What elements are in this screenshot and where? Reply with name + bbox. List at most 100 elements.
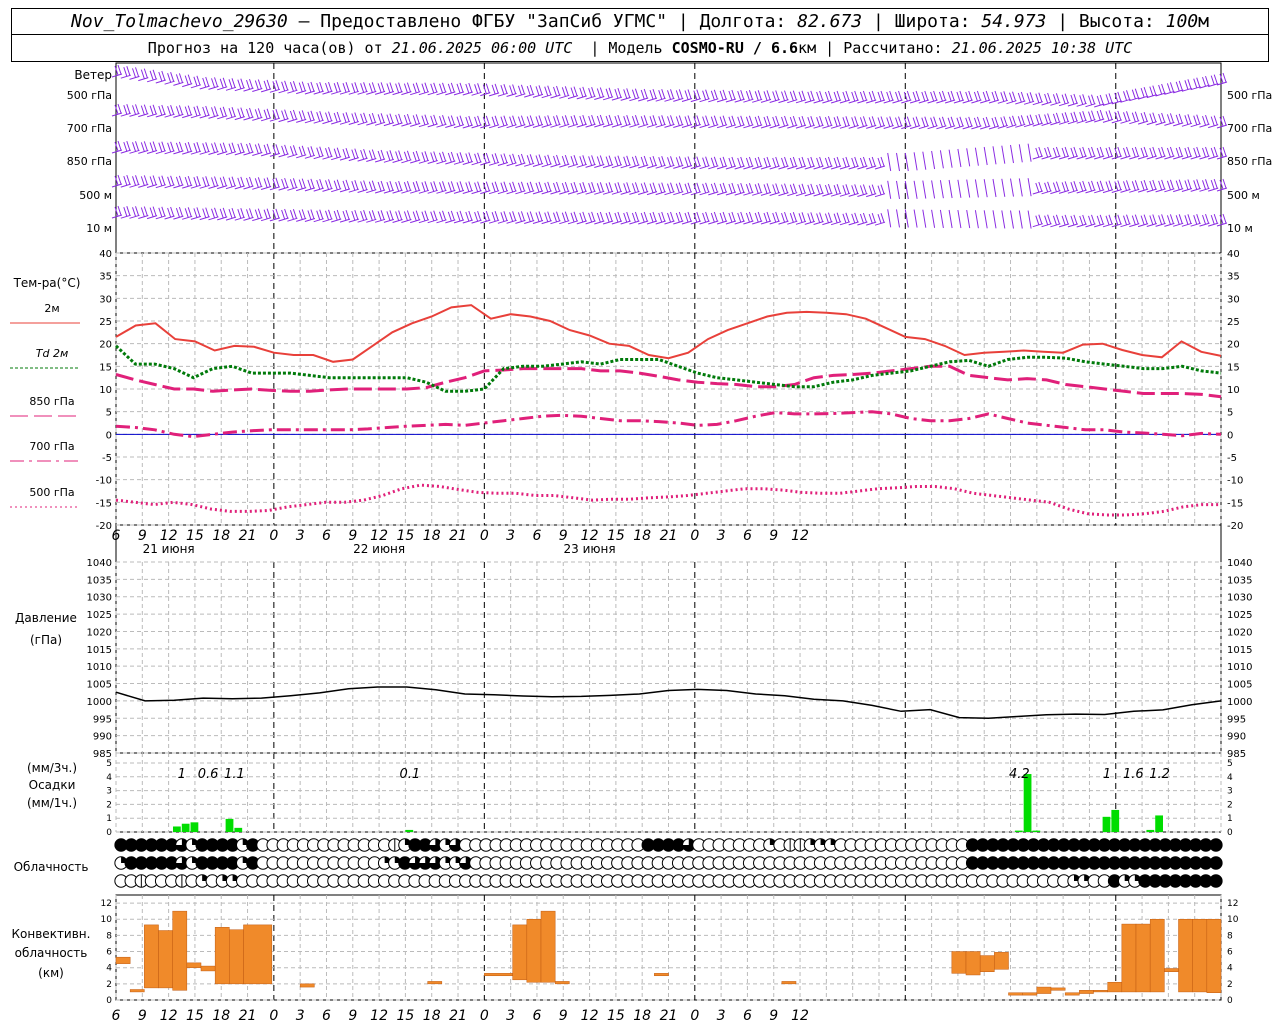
convective-axis-tick: 2 <box>106 980 112 990</box>
pressure-axis-tick: 1035 <box>1227 575 1252 586</box>
date-label: 23 июня <box>564 542 616 556</box>
time-tick-label: 6 <box>743 1008 752 1024</box>
convective-bar <box>1164 968 1179 972</box>
convective-label-2: облачность <box>15 946 88 960</box>
wind-panel-label: Ветер <box>74 68 112 82</box>
wind-level-label: 500 м <box>1227 189 1260 202</box>
convective-bar <box>427 981 443 985</box>
temp-axis-tick: 5 <box>106 408 112 419</box>
temperature-panel-label: Тем-ра(°С) <box>13 276 81 290</box>
cloud-symbol <box>1209 838 1223 852</box>
temp-axis-tick: 40 <box>1227 249 1240 260</box>
temp-axis-tick: 25 <box>1227 317 1240 328</box>
time-tick-label: 9 <box>348 1008 357 1024</box>
pressure-axis-tick: 1025 <box>1227 610 1252 621</box>
convective-bar <box>129 989 145 993</box>
convective-bar <box>951 951 967 974</box>
pressure-axis-tick: 1035 <box>87 575 112 586</box>
precip-axis-tick: 3 <box>1227 787 1233 797</box>
time-tick-label: 3 <box>506 528 515 544</box>
time-tick-label: 0 <box>269 528 278 544</box>
convective-bar <box>1050 987 1066 991</box>
cloud-symbol <box>1209 856 1223 870</box>
precip-axis-tick: 3 <box>106 787 112 797</box>
precip-axis-tick: 1 <box>1227 814 1233 824</box>
convective-bar <box>979 955 995 972</box>
precip-unit-3h: (мм/3ч.) <box>27 761 77 775</box>
pressure-unit-label: (гПа) <box>30 633 62 647</box>
temp-axis-tick: -5 <box>102 453 112 464</box>
convective-bar <box>540 910 556 983</box>
precip-bar <box>181 823 190 832</box>
pressure-axis-tick: 1000 <box>87 697 112 708</box>
time-tick-label: 12 <box>160 1008 178 1024</box>
convective-bar <box>1135 923 1151 993</box>
time-tick-label: 3 <box>296 528 305 544</box>
meteogram: 6699121215151818212100336699121215151818… <box>10 62 1272 1024</box>
convective-bar <box>1121 923 1137 993</box>
time-tick-label: 6 <box>322 528 331 544</box>
precip-axis-tick: 0 <box>106 828 112 838</box>
date-label: 21 июня <box>143 542 195 556</box>
temp-axis-tick: 0 <box>106 430 112 441</box>
precip-axis-tick: 1 <box>106 814 112 824</box>
convective-bar <box>186 962 202 968</box>
precip-bar <box>1111 809 1120 832</box>
convective-bar <box>1192 918 1208 993</box>
time-tick-label: 21 <box>660 1008 678 1024</box>
legend-label: 2м <box>44 302 59 315</box>
time-tick-label: 12 <box>370 1008 388 1024</box>
convective-axis-tick: 0 <box>1227 996 1233 1006</box>
pressure-axis-tick: 1010 <box>87 662 112 673</box>
convective-bar <box>200 965 216 972</box>
pressure-axis-tick: 1005 <box>1227 680 1252 691</box>
convective-bar <box>526 918 542 983</box>
precip-total-label: 0.1 <box>399 767 420 782</box>
pressure-axis-tick: 1025 <box>87 610 112 621</box>
temp-axis-tick: -5 <box>1227 453 1237 464</box>
time-tick-label: 6 <box>112 1008 121 1024</box>
time-tick-label: 18 <box>633 528 651 544</box>
convective-bar <box>1107 981 1123 993</box>
precip-total-label: 4.2 <box>1009 767 1030 782</box>
wind-level-label: 500 гПа <box>1227 89 1272 102</box>
time-tick-label: 12 <box>581 1008 599 1024</box>
time-tick-label: 9 <box>769 528 778 544</box>
pressure-axis-tick: 1015 <box>1227 645 1252 656</box>
pressure-axis-tick: 995 <box>93 714 112 725</box>
time-tick-label: 18 <box>212 528 230 544</box>
temp-axis-tick: 15 <box>1227 362 1240 373</box>
wind-barbs <box>111 64 1228 229</box>
temp-axis-tick: 10 <box>99 385 112 396</box>
temp-axis-tick: 35 <box>99 272 112 283</box>
temp-axis-tick: 40 <box>99 249 112 260</box>
pressure-axis-tick: 1015 <box>87 645 112 656</box>
temp-axis-tick: 0 <box>1227 430 1233 441</box>
precip-axis-tick: 5 <box>1227 759 1233 769</box>
precip-bar <box>225 818 234 832</box>
convective-bar <box>484 973 513 977</box>
pressure-axis-tick: 1020 <box>87 627 112 638</box>
convective-axis-tick: 10 <box>1227 915 1239 925</box>
precip-bar <box>173 826 181 832</box>
precip-bar <box>1032 830 1041 832</box>
convective-bar <box>1064 992 1080 996</box>
temp-axis-tick: -10 <box>1227 476 1243 487</box>
pressure-axis-tick: 1030 <box>1227 593 1252 604</box>
temp-axis-tick: 5 <box>1227 408 1233 419</box>
convective-axis-tick: 0 <box>106 996 112 1006</box>
convective-bar <box>1079 990 1094 994</box>
convective-bar <box>158 930 173 989</box>
convective-bar <box>172 910 188 991</box>
wind-level-label: 700 гПа <box>67 122 112 135</box>
pressure-panel-label: Давление <box>15 611 77 625</box>
convective-bar <box>115 956 131 964</box>
wind-level-label: 850 гПа <box>1227 155 1272 168</box>
convective-bar <box>1206 918 1222 993</box>
temp-axis-tick: -10 <box>96 476 112 487</box>
precip-total-label: 1.1 <box>224 767 245 782</box>
convective-axis-tick: 8 <box>106 931 112 941</box>
time-tick-label: 3 <box>506 1008 515 1024</box>
legend-label: 850 гПа <box>29 395 74 408</box>
convective-axis-tick: 4 <box>1227 964 1233 974</box>
